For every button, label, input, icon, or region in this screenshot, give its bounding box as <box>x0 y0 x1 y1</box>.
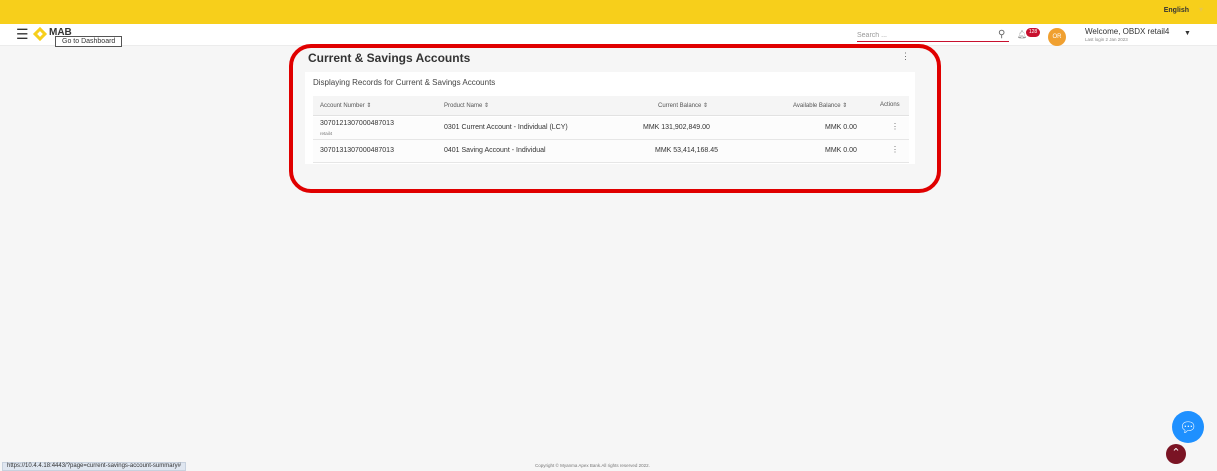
chevron-down-icon[interactable]: ▼ <box>1184 30 1191 37</box>
avatar[interactable]: OR <box>1048 28 1066 46</box>
table-row[interactable]: 3070131307000487013 0401 Saving Account … <box>313 140 909 163</box>
search-input[interactable] <box>857 30 1009 42</box>
account-number[interactable]: 3070131307000487013 <box>320 147 394 154</box>
current-balance: MMK 131,902,849.00 <box>643 124 710 131</box>
menu-icon[interactable]: ☰ <box>16 27 29 41</box>
table-row[interactable]: 3070121307000487013 retail4 0301 Current… <box>313 117 909 140</box>
sort-icon[interactable]: ⇕ <box>366 103 371 109</box>
panel-title: Current & Savings Accounts <box>308 51 471 65</box>
sort-icon[interactable]: ⇕ <box>842 103 847 109</box>
copyright-text: Copyright © Myanma Apex Bank.All rights … <box>535 463 650 468</box>
sort-icon[interactable]: ⇕ <box>703 103 708 109</box>
dashboard-tooltip: Go to Dashboard <box>55 36 123 47</box>
available-balance: MMK 0.00 <box>825 124 857 131</box>
available-balance: MMK 0.00 <box>825 147 857 154</box>
account-number[interactable]: 3070121307000487013 <box>320 120 394 127</box>
chevron-up-icon[interactable]: ⌃ <box>1166 444 1186 464</box>
accounts-panel: Current & Savings Accounts ⋮ Displaying … <box>305 48 915 168</box>
sort-icon[interactable]: ⇕ <box>484 103 489 109</box>
kebab-icon[interactable]: ⋮ <box>901 51 910 62</box>
kebab-icon[interactable]: ⋮ <box>891 145 899 154</box>
top-strip: English ▾ <box>0 0 1217 24</box>
status-bar-url: https://10.4.4.18:4443/?page=current-sav… <box>2 462 186 471</box>
product-name: 0401 Saving Account - Individual <box>444 147 546 154</box>
accounts-card: Displaying Records for Current & Savings… <box>305 72 915 164</box>
kebab-icon[interactable]: ⋮ <box>891 122 899 131</box>
account-nickname: retail4 <box>320 131 333 136</box>
last-login-text: Last login 2 Jan 2023 <box>1085 37 1128 42</box>
search-icon[interactable]: ⚲ <box>998 29 1005 40</box>
current-balance: MMK 53,414,168.45 <box>655 147 719 154</box>
table-header: Account Number ⇕ Product Name ⇕ Current … <box>313 96 909 116</box>
column-header-product-name[interactable]: Product Name ⇕ <box>444 102 489 109</box>
chevron-down-icon[interactable]: ▾ <box>1199 5 1203 14</box>
logo-icon[interactable] <box>32 26 48 42</box>
column-header-account-number[interactable]: Account Number ⇕ <box>320 102 371 109</box>
language-selector[interactable]: English <box>1164 7 1189 14</box>
notification-badge[interactable]: 128 <box>1026 28 1040 37</box>
app-header: ☰ MAB Go to Dashboard ⚲ 🔔︎ 128 OR Welcom… <box>0 24 1217 47</box>
welcome-text[interactable]: Welcome, OBDX retail4 <box>1085 27 1169 36</box>
chat-icon[interactable]: 💬︎ <box>1172 411 1204 443</box>
column-header-current-balance[interactable]: Current Balance ⇕ <box>658 102 708 109</box>
records-subtitle: Displaying Records for Current & Savings… <box>313 78 496 87</box>
column-header-actions: Actions <box>880 102 900 108</box>
product-name: 0301 Current Account - Individual (LCY) <box>444 124 568 131</box>
column-header-available-balance[interactable]: Available Balance ⇕ <box>793 102 847 109</box>
